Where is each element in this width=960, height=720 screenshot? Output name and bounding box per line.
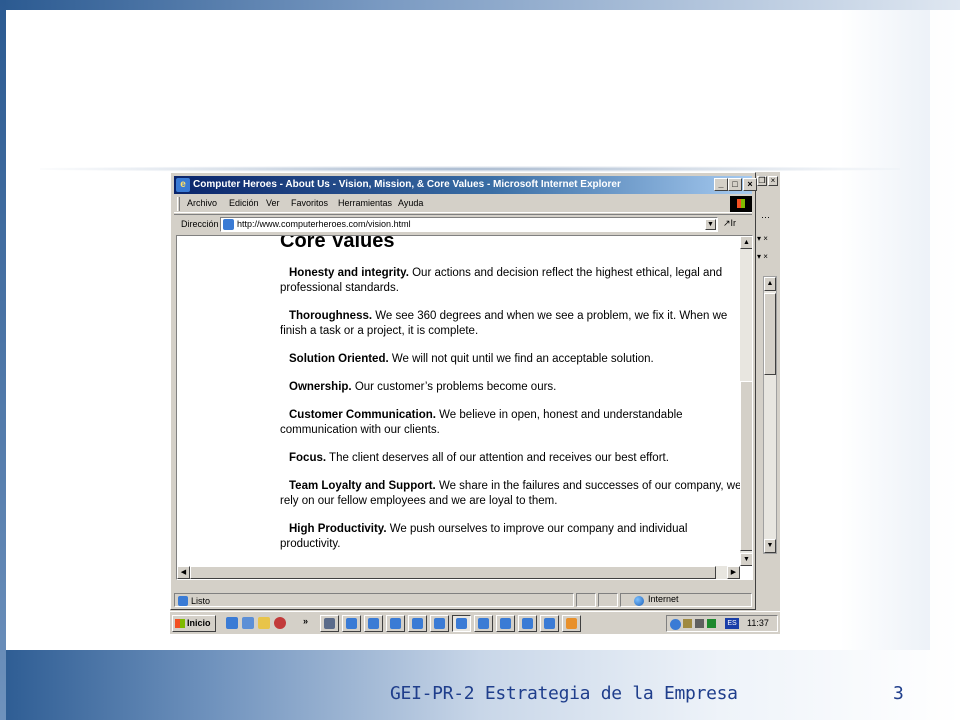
quicklaunch-more-icon[interactable]: » [303,616,308,626]
taskbar-button[interactable] [518,615,537,632]
taskbar-button[interactable] [320,615,339,632]
slide-top-border [0,0,960,10]
taskbar-clock[interactable]: 11:37 [747,618,769,628]
address-input[interactable]: http://www.computerheroes.com/vision.htm… [220,217,718,232]
taskbar-button[interactable] [342,615,361,632]
go-label: Ir [730,218,737,228]
go-button[interactable]: ↗Ir [723,218,736,229]
value-item: Thoroughness. We see 360 degrees and whe… [280,310,728,337]
taskbar-button-active[interactable] [452,615,471,632]
internet-zone-icon [634,596,644,606]
title-bar[interactable]: e Computer Heroes - About Us - Vision, M… [174,176,757,194]
address-url[interactable]: http://www.computerheroes.com/vision.htm… [237,219,411,229]
tray-network-icon[interactable] [670,619,681,630]
scroll-left-arrow-icon[interactable]: ◀ [177,566,190,579]
toolbar-grip[interactable] [177,197,180,211]
maximize-button[interactable]: □ [728,178,742,191]
taskbar-button[interactable] [408,615,427,632]
page-done-icon [178,596,188,606]
background-window: ❐ × ⋯ ▾ × ▾ × ▲ ▼ [754,172,780,610]
status-text: Listo [191,596,211,606]
taskbar-button[interactable] [540,615,559,632]
minimize-button[interactable]: _ [714,178,728,191]
taskbar-button[interactable] [496,615,515,632]
close-button[interactable]: × [743,178,757,191]
page-viewport[interactable]: Core Values Honesty and integrity. Our a… [176,235,753,580]
language-indicator[interactable]: ES [725,618,739,629]
address-bar: Dirección http://www.computerheroes.com/… [174,214,752,234]
taskbar: Inicio » ES 11:37 [170,611,780,634]
quicklaunch-ie-icon[interactable] [226,617,238,629]
address-dropdown-icon[interactable]: ▼ [705,219,716,230]
bg-window-close-button[interactable]: × [768,176,778,186]
menu-favoritos[interactable]: Favoritos [291,198,328,208]
scroll-down-arrow-icon[interactable]: ▼ [740,553,752,566]
start-label: Inicio [187,618,211,628]
vertical-scrollbar[interactable]: ▲ ▼ [740,236,752,566]
taskbar-button[interactable] [430,615,449,632]
ie-app-icon[interactable]: e [176,178,190,192]
tray-volume-icon[interactable] [695,619,704,628]
status-bar: Listo Internet [174,592,754,608]
menu-archivo[interactable]: Archivo [187,198,217,208]
menu-bar: Archivo Edición Ver Favoritos Herramient… [174,195,752,213]
scroll-up-arrow-icon[interactable]: ▲ [740,236,752,249]
start-button[interactable]: Inicio [172,615,216,632]
menu-edicion[interactable]: Edición [229,198,259,208]
value-item: Focus. The client deserves all of our at… [289,452,669,464]
page-content: Core Values Honesty and integrity. Our a… [280,235,750,565]
slide-footer: GEI-PR-2 Estrategia de la Empresa [390,683,738,704]
go-arrow-icon: ↗ [723,218,731,228]
browser-screenshot: ❐ × ⋯ ▾ × ▾ × ▲ ▼ e Computer Heroes - Ab… [170,172,780,634]
windows-flag-icon [175,619,185,628]
menu-ver[interactable]: Ver [266,198,280,208]
system-tray: ES 11:37 [666,615,778,632]
taskbar-button[interactable] [386,615,405,632]
tray-app-icon[interactable] [683,619,692,628]
menu-ayuda[interactable]: Ayuda [398,198,423,208]
bg-window-menu-icon: ⋯ [761,212,770,222]
horizontal-scroll-thumb[interactable] [190,566,716,579]
value-item: High Productivity. We push ourselves to … [280,523,688,550]
value-item: Customer Communication. We believe in op… [280,409,683,436]
value-item: Honesty and integrity. Our actions and d… [280,267,723,294]
page-heading: Core Values [280,235,395,252]
page-icon [223,219,234,230]
bg-window-maximize-button[interactable]: ❐ [757,176,767,186]
value-item: Ownership. Our customer’s problems becom… [289,381,557,393]
quicklaunch-folder-icon[interactable] [258,617,270,629]
bg-window-restore-icon[interactable]: ▾ × [757,234,768,243]
tray-status-icon[interactable] [707,619,716,628]
taskbar-button[interactable] [562,615,581,632]
bg-window-scrollbar[interactable]: ▲ ▼ [763,276,777,554]
horizontal-scrollbar[interactable]: ◀ ▶ [177,566,740,579]
menu-herramientas[interactable]: Herramientas [338,198,392,208]
address-label: Dirección [181,219,219,229]
taskbar-button[interactable] [474,615,493,632]
quicklaunch-desktop-icon[interactable] [242,617,254,629]
window-title: Computer Heroes - About Us - Vision, Mis… [193,179,621,190]
quicklaunch-app-icon[interactable] [274,617,286,629]
security-zone: Internet [648,594,679,604]
ie-window: e Computer Heroes - About Us - Vision, M… [170,172,757,610]
slide-number: 3 [893,683,904,704]
taskbar-button[interactable] [364,615,383,632]
windows-logo-icon [730,196,752,212]
value-item: Solution Oriented. We will not quit unti… [289,353,654,365]
value-item: Team Loyalty and Support. We share in th… [280,480,742,507]
scroll-right-arrow-icon[interactable]: ▶ [727,566,740,579]
vertical-scroll-thumb[interactable] [740,381,752,551]
bg-window-minimize-icon[interactable]: ▾ × [757,252,768,261]
